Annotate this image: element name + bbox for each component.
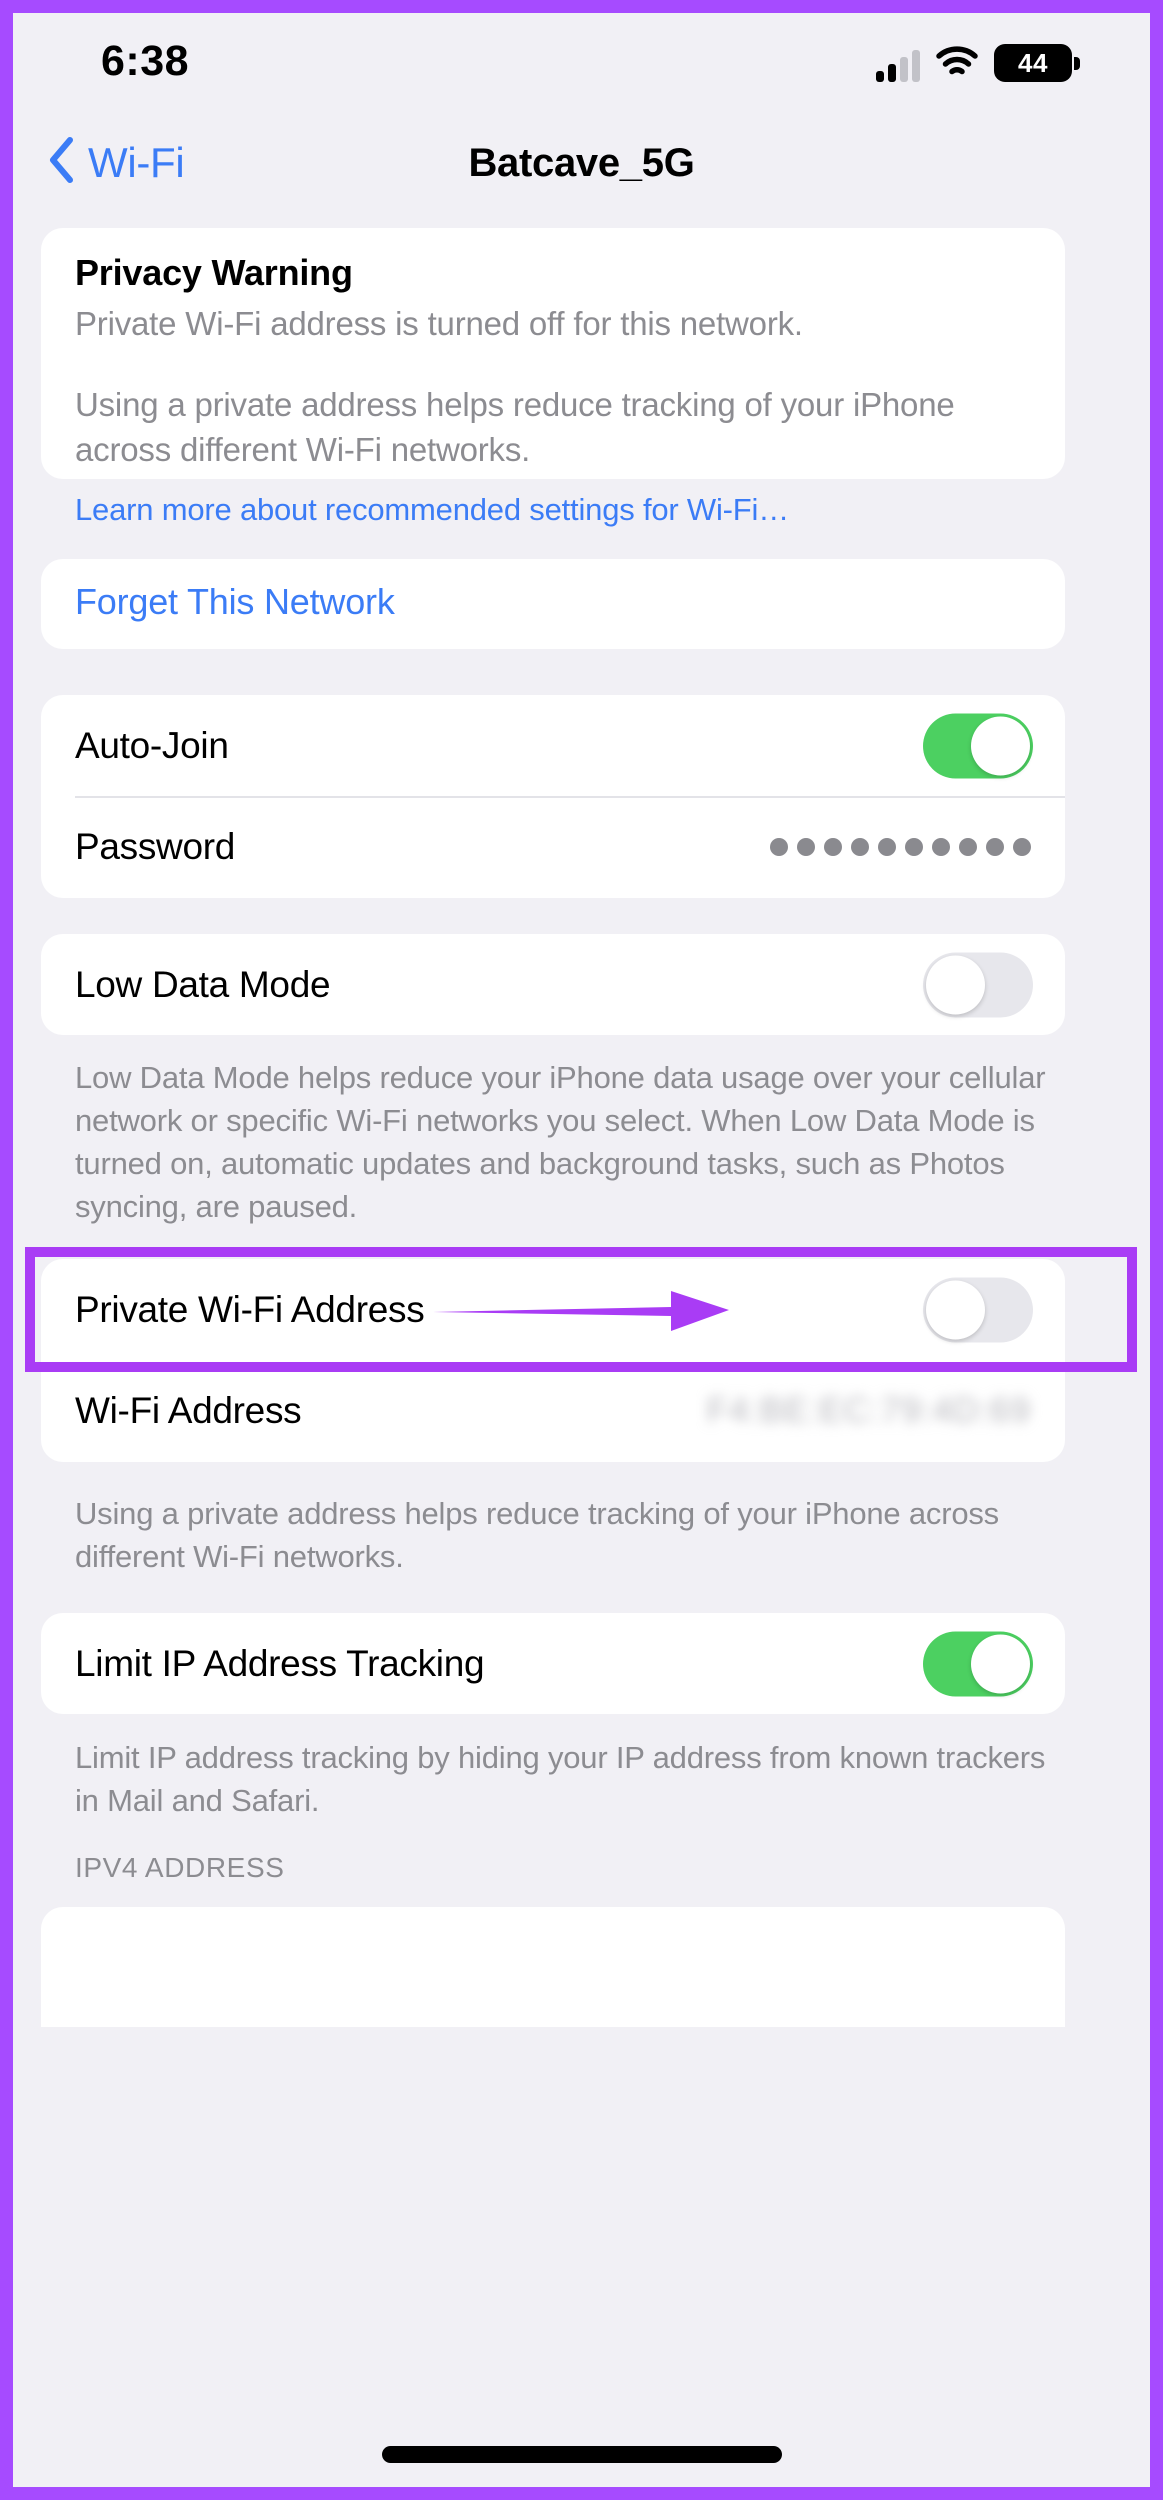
password-masked-value	[770, 837, 1031, 856]
limit-ip-tracking-card: Limit IP Address Tracking	[41, 1613, 1065, 1714]
privacy-warning-title: Privacy Warning	[75, 252, 353, 293]
wifi-address-row: Wi-Fi Address F4:BE:EC:79:4D:69	[41, 1360, 1065, 1461]
status-bar-time: 6:38	[101, 37, 190, 85]
password-label: Password	[75, 825, 236, 867]
privacy-warning-body: Private Wi-Fi address is turned off for …	[75, 301, 1035, 472]
toggle-knob	[971, 716, 1030, 775]
navigation-bar: Wi-Fi Batcave_5G	[13, 123, 1150, 228]
private-wifi-address-label: Private Wi-Fi Address	[75, 1288, 425, 1330]
toggle-knob	[971, 1634, 1030, 1693]
wifi-address-label: Wi-Fi Address	[75, 1389, 302, 1431]
low-data-mode-row[interactable]: Low Data Mode	[41, 934, 1065, 1035]
toggle-knob	[926, 1280, 985, 1339]
private-wifi-address-toggle[interactable]	[923, 1277, 1033, 1342]
status-bar: 6:38 44	[13, 13, 1150, 123]
page-title: Batcave_5G	[468, 141, 695, 185]
ipv4-card	[41, 1907, 1065, 2027]
battery-icon: 44	[994, 44, 1080, 82]
wifi-icon	[936, 45, 978, 82]
limit-ip-tracking-note: Limit IP address tracking by hiding your…	[75, 1740, 1046, 1818]
battery-tip	[1074, 57, 1080, 70]
learn-more-link[interactable]: Learn more about recommended settings fo…	[75, 492, 789, 528]
limit-ip-tracking-label: Limit IP Address Tracking	[75, 1642, 485, 1684]
ipv4-section-header: IPV4 ADDRESS	[75, 1852, 285, 1883]
low-data-mode-note: Low Data Mode helps reduce your iPhone d…	[75, 1060, 1046, 1224]
cellular-signal-icon	[876, 50, 920, 82]
phone-screen: 6:38 44 Wi-Fi Batcave_5G Privacy Warning…	[13, 13, 1150, 2487]
low-data-mode-toggle[interactable]	[923, 952, 1033, 1017]
auto-join-row[interactable]: Auto-Join	[41, 695, 1065, 798]
limit-ip-tracking-toggle[interactable]	[923, 1631, 1033, 1696]
status-bar-icons: 44	[876, 40, 1080, 82]
private-wifi-address-row[interactable]: Private Wi-Fi Address	[41, 1259, 1065, 1360]
toggle-knob	[926, 955, 985, 1014]
wifi-address-value: F4:BE:EC:79:4D:69	[706, 1390, 1031, 1430]
forget-network-card[interactable]: Forget This Network	[41, 559, 1065, 649]
private-address-card: Private Wi-Fi Address Wi-Fi Address F4:B…	[41, 1259, 1065, 1462]
forget-network-button[interactable]: Forget This Network	[75, 581, 395, 623]
private-address-note: Using a private address helps reduce tra…	[75, 1496, 999, 1574]
limit-ip-tracking-row[interactable]: Limit IP Address Tracking	[41, 1613, 1065, 1714]
privacy-warning-card: Privacy Warning Private Wi-Fi address is…	[41, 228, 1065, 479]
password-row[interactable]: Password	[41, 796, 1065, 897]
privacy-warning-paragraph-2: Using a private address helps reduce tra…	[75, 386, 955, 468]
battery-level-label: 44	[1018, 47, 1048, 78]
auto-join-toggle[interactable]	[923, 713, 1033, 778]
low-data-mode-card: Low Data Mode	[41, 934, 1065, 1035]
connection-settings-card: Auto-Join Password	[41, 695, 1065, 898]
low-data-mode-label: Low Data Mode	[75, 963, 331, 1005]
home-indicator	[381, 2446, 782, 2463]
privacy-warning-paragraph-1: Private Wi-Fi address is turned off for …	[75, 305, 803, 342]
auto-join-label: Auto-Join	[75, 724, 229, 766]
